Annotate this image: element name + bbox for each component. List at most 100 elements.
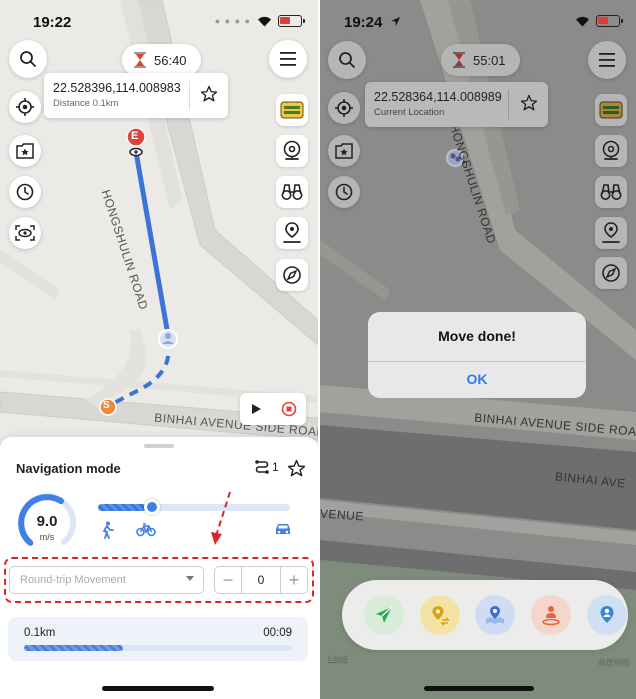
menu-icon — [599, 53, 615, 67]
hourglass-icon — [453, 52, 465, 68]
send-icon — [376, 606, 393, 623]
game-logo-icon — [280, 101, 304, 119]
status-time: 19:24 — [344, 14, 383, 31]
game-button[interactable] — [276, 94, 308, 126]
left-screen: S E HONGSHULIN ROAD BINHAI AVENUE SIDE R… — [0, 0, 318, 699]
action-dock — [342, 580, 628, 650]
movement-mode-placeholder: Round-trip Movement — [20, 574, 126, 586]
start-marker-label: S — [103, 400, 110, 411]
speed-slider[interactable] — [98, 499, 290, 515]
joystick-icon — [602, 140, 620, 160]
stepper-plus-button[interactable]: + — [281, 567, 307, 593]
favorites-button[interactable] — [9, 135, 41, 167]
home-indicator[interactable] — [424, 686, 534, 691]
speed-slider-knob[interactable] — [143, 499, 160, 515]
timer-text: 56:40 — [154, 52, 187, 68]
coordinate-card[interactable]: 22.528364,114.008989 Current Location — [365, 82, 548, 127]
compass-button[interactable] — [276, 259, 308, 291]
panel-drag-handle[interactable] — [144, 444, 174, 448]
favorite-star-icon[interactable] — [200, 85, 218, 103]
progress-time: 00:09 — [263, 627, 292, 639]
stepper-minus-button[interactable]: − — [215, 567, 241, 593]
stepper-value[interactable]: 0 — [241, 567, 281, 593]
menu-button[interactable] — [269, 40, 307, 78]
locate-button[interactable] — [328, 92, 360, 124]
person-pin-icon — [542, 606, 560, 626]
dock-send-button[interactable] — [364, 595, 404, 635]
dock-map-pin-button[interactable] — [475, 595, 515, 635]
search-button[interactable] — [9, 40, 47, 78]
route-pin-button[interactable] — [276, 217, 308, 249]
coordinate-divider — [189, 81, 190, 110]
history-clock-icon — [335, 183, 353, 201]
movement-mode-select[interactable]: Round-trip Movement — [9, 566, 204, 594]
search-button[interactable] — [328, 41, 366, 79]
hourglass-icon — [134, 52, 146, 68]
location-pin-route-icon — [602, 222, 620, 243]
locate-button[interactable] — [9, 91, 41, 123]
history-button[interactable] — [9, 176, 41, 208]
play-icon[interactable] — [250, 403, 262, 415]
panel-title: Navigation mode — [16, 461, 121, 476]
crosshair-icon — [16, 98, 34, 116]
dock-location-exchange-button[interactable] — [420, 595, 460, 635]
speed-unit: m/s — [39, 532, 55, 542]
view-scan-button[interactable] — [9, 217, 41, 249]
timer-pill[interactable]: 55:01 — [441, 44, 520, 76]
coordinate-text: 22.528396,114.008983 — [53, 81, 181, 95]
location-pin-route-icon — [283, 222, 301, 243]
binoculars-button[interactable] — [595, 176, 627, 208]
battery-icon — [596, 15, 623, 27]
menu-button[interactable] — [588, 41, 626, 79]
location-exchange-icon — [432, 606, 450, 626]
coordinate-subtitle: Current Location — [374, 107, 445, 118]
playback-controls — [240, 393, 306, 425]
bike-icon[interactable] — [136, 521, 156, 537]
home-indicator[interactable] — [102, 686, 214, 691]
route-count: 1 — [272, 460, 279, 474]
search-icon — [20, 51, 36, 67]
wifi-icon — [576, 16, 589, 26]
crosshair-icon — [335, 99, 353, 117]
status-time: 19:22 — [33, 14, 72, 31]
coordinate-card[interactable]: 22.528396,114.008983 Distance 0.1km — [44, 73, 228, 118]
user-location-icon — [600, 606, 614, 623]
dialog-title: Move done! — [438, 328, 516, 344]
walk-icon[interactable] — [99, 521, 115, 539]
dock-person-pin-button[interactable] — [531, 595, 571, 635]
legal-link[interactable]: Legal — [328, 654, 348, 663]
chevron-down-icon — [186, 576, 194, 581]
progress-bar-fill — [24, 645, 124, 651]
progress-bar — [24, 645, 292, 651]
route-pin-button[interactable] — [595, 217, 627, 249]
annotation-arrow — [211, 491, 231, 545]
favorites-button[interactable] — [328, 135, 360, 167]
move-done-dialog: Move done! OK — [368, 312, 586, 398]
joystick-button[interactable] — [595, 135, 627, 167]
road-label-horizontal-3: VENUE — [320, 506, 365, 524]
game-button[interactable] — [595, 94, 627, 126]
dock-user-location-button[interactable] — [587, 595, 627, 635]
joystick-button[interactable] — [276, 135, 308, 167]
star-folder-icon — [16, 143, 34, 159]
status-icons — [575, 15, 623, 27]
right-screen: HONGSHULIN ROAD BINHAI AVENUE SIDE ROAD … — [320, 0, 636, 699]
favorite-star-icon[interactable] — [520, 94, 538, 112]
dialog-divider — [368, 361, 586, 362]
progress-card: 0.1km 00:09 — [8, 617, 308, 661]
binoculars-button[interactable] — [276, 176, 308, 208]
route-count-button[interactable]: 1 — [254, 459, 279, 475]
car-icon[interactable] — [274, 521, 292, 537]
stop-icon[interactable] — [281, 401, 297, 417]
coordinate-divider — [508, 90, 509, 119]
timer-text: 55:01 — [473, 52, 506, 68]
compass-button[interactable] — [595, 257, 627, 289]
repeat-count-stepper[interactable]: − 0 + — [214, 566, 308, 594]
end-marker-label: E — [131, 130, 139, 142]
dialog-ok-button[interactable]: OK — [368, 371, 586, 387]
status-icons: ● ● ● ● — [215, 15, 305, 27]
timer-pill[interactable]: 56:40 — [122, 44, 201, 76]
history-clock-icon — [16, 183, 34, 201]
history-button[interactable] — [328, 176, 360, 208]
panel-star-icon[interactable] — [287, 459, 306, 478]
